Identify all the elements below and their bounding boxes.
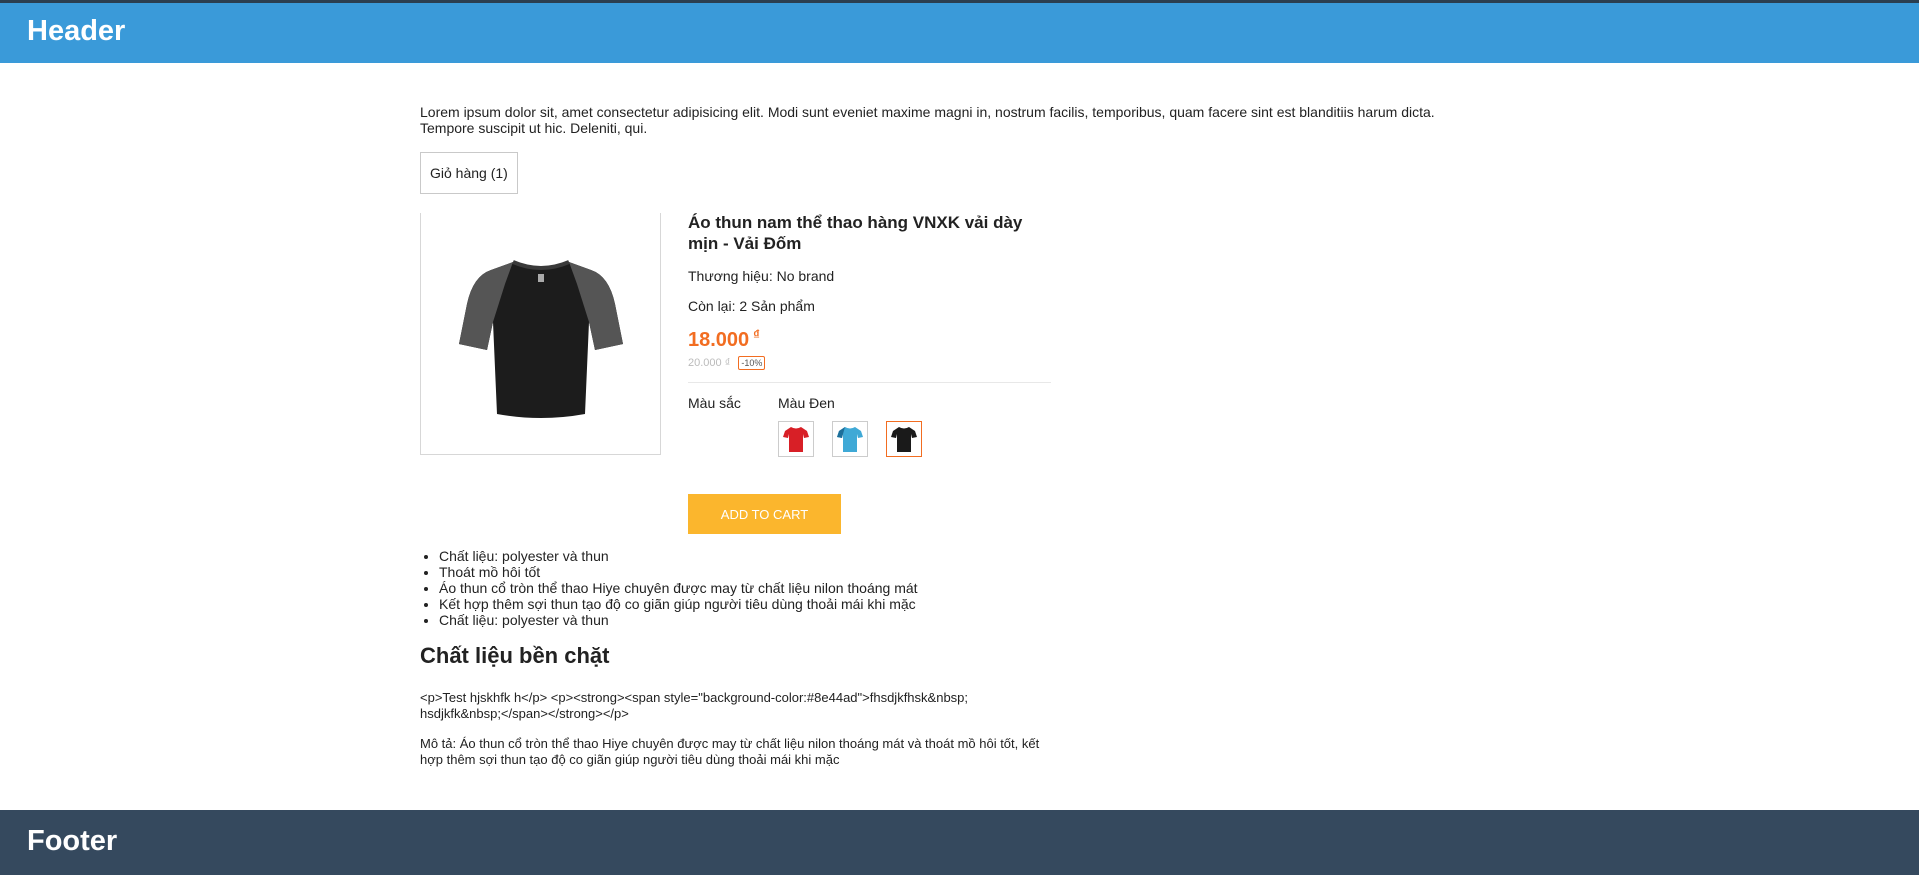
color-row: Màu sắc Màu Đen — [688, 395, 1048, 457]
black-tshirt-icon — [891, 427, 917, 452]
list-item: Thoát mồ hôi tốt — [439, 564, 918, 580]
list-item: Kết hợp thêm sợi thun tạo độ co giãn giú… — [439, 596, 918, 612]
list-item: Chất liệu: polyester và thun — [439, 548, 918, 564]
red-tshirt-icon — [783, 427, 809, 452]
color-swatches — [778, 421, 922, 457]
discount-badge: -10% — [738, 356, 766, 370]
intro-text: Lorem ipsum dolor sit, amet consectetur … — [420, 104, 1435, 136]
add-to-cart-button[interactable]: ADD TO CART — [688, 494, 841, 534]
product-title: Áo thun nam thể thao hàng VNXK vải dày m… — [688, 213, 1023, 253]
list-item: Chất liệu: polyester và thun — [439, 612, 918, 628]
list-item: Áo thun cổ tròn thể thao Hiye chuyên đượ… — [439, 580, 918, 596]
swatch-blue[interactable] — [832, 421, 868, 457]
blue-tshirt-icon — [837, 427, 863, 452]
selected-color: Màu Đen — [778, 395, 835, 411]
product-description: Mô tả: Áo thun cổ tròn thể thao Hiye chu… — [420, 736, 1040, 767]
product-price: 18.000 ₫ — [688, 327, 1048, 352]
price-value: 18.000 — [688, 329, 750, 351]
header-title: Header — [27, 15, 126, 47]
site-header: Header — [0, 0, 1919, 63]
raw-html-text: <p>Test hjskhfk h</p> <p><strong><span s… — [420, 690, 969, 721]
divider — [688, 382, 1051, 383]
feature-list: Chất liệu: polyester và thun Thoát mồ hô… — [420, 548, 918, 628]
product-image — [420, 213, 661, 455]
product-brand: Thương hiệu: No brand — [688, 268, 835, 284]
tshirt-image — [458, 259, 623, 418]
product-info: Áo thun nam thể thao hàng VNXK vải dày m… — [688, 212, 1051, 457]
price-currency: ₫ — [753, 327, 760, 342]
cart-button[interactable]: Giỏ hàng (1) — [420, 152, 518, 194]
product-stock: Còn lại: 2 Sản phẩm — [688, 298, 815, 314]
footer-title: Footer — [27, 825, 118, 857]
color-label: Màu sắc — [688, 395, 741, 411]
swatch-black[interactable] — [886, 421, 922, 457]
main-content: Lorem ipsum dolor sit, amet consectetur … — [420, 104, 1480, 767]
old-price: 20.000 ₫ — [688, 357, 731, 369]
site-footer: Footer — [0, 810, 1919, 875]
section-title: Chất liệu bền chặt — [420, 643, 610, 668]
old-price-row: 20.000 ₫ -10% — [688, 356, 1048, 370]
color-options: Màu Đen — [778, 395, 922, 457]
swatch-red[interactable] — [778, 421, 814, 457]
